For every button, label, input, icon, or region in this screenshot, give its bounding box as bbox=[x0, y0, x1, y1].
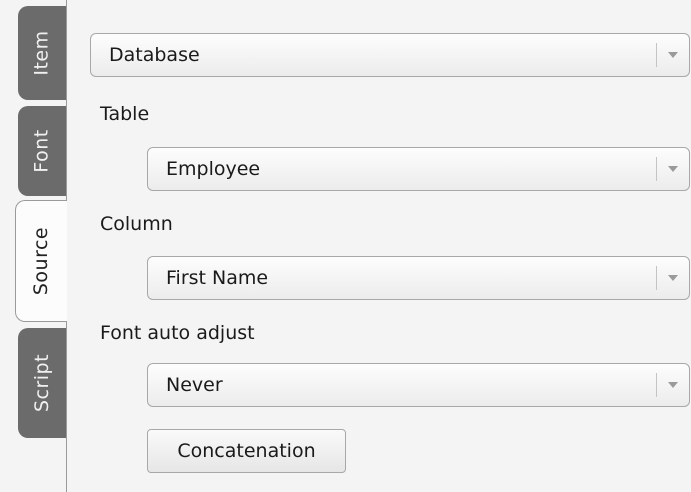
dropdown-toggle bbox=[656, 373, 689, 397]
dropdown-toggle bbox=[656, 43, 689, 67]
column-dropdown[interactable]: First Name bbox=[147, 256, 690, 300]
font-auto-adjust-dropdown[interactable]: Never bbox=[147, 363, 690, 407]
concatenation-button[interactable]: Concatenation bbox=[147, 429, 346, 473]
chevron-down-icon bbox=[668, 52, 678, 58]
tab-font[interactable]: Font bbox=[18, 106, 66, 196]
tab-script-label: Script bbox=[31, 353, 54, 413]
chevron-down-icon bbox=[668, 382, 678, 388]
properties-panel: Item Font Source Script Database Table E… bbox=[0, 0, 691, 492]
tab-item[interactable]: Item bbox=[18, 6, 66, 100]
tab-item-label: Item bbox=[30, 30, 53, 76]
chevron-down-icon bbox=[668, 166, 678, 172]
source-type-value: Database bbox=[109, 44, 200, 66]
tab-source[interactable]: Source bbox=[15, 200, 67, 322]
table-value: Employee bbox=[166, 158, 261, 180]
tab-font-label: Font bbox=[31, 129, 53, 173]
tab-source-label: Source bbox=[30, 226, 53, 296]
chevron-down-icon bbox=[668, 275, 678, 281]
dropdown-toggle bbox=[656, 266, 689, 290]
tab-script[interactable]: Script bbox=[18, 328, 66, 438]
column-label: Column bbox=[100, 213, 173, 235]
table-dropdown[interactable]: Employee bbox=[147, 147, 690, 191]
table-label: Table bbox=[100, 103, 150, 125]
font-auto-adjust-value: Never bbox=[166, 374, 223, 396]
font-auto-adjust-label: Font auto adjust bbox=[100, 322, 255, 344]
column-value: First Name bbox=[166, 267, 269, 289]
source-type-dropdown[interactable]: Database bbox=[90, 33, 690, 77]
dropdown-toggle bbox=[656, 157, 689, 181]
